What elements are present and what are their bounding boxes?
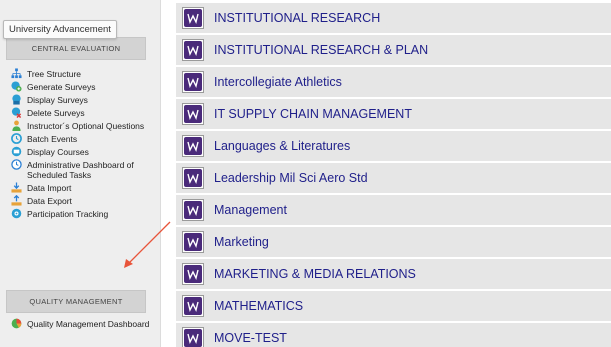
department-name: MOVE-TEST (214, 331, 287, 345)
menu-item-label: Administrative Dashboard of Scheduled Ta… (27, 160, 134, 180)
department-row[interactable]: INSTITUTIONAL RESEARCH & PLAN (176, 35, 611, 65)
menu-item-data-import[interactable]: Data Import (8, 182, 153, 193)
department-name: Intercollegiate Athletics (214, 75, 342, 89)
clock-icon (11, 159, 22, 170)
menu-item-display-courses[interactable]: Display Courses (8, 146, 153, 157)
display-courses-icon (11, 146, 22, 157)
department-logo-icon (182, 39, 204, 61)
department-logo-icon (182, 135, 204, 157)
section-header-label: QUALITY MANAGEMENT (29, 297, 123, 306)
department-name: INSTITUTIONAL RESEARCH & PLAN (214, 43, 429, 57)
department-name: INSTITUTIONAL RESEARCH (214, 11, 381, 25)
menu-item-label: Data Import (27, 183, 72, 193)
pie-chart-icon (11, 318, 22, 329)
sidebar: University Advancement CENTRAL EVALUATIO… (0, 0, 161, 347)
department-logo-icon (182, 167, 204, 189)
menu-item-label: Generate Surveys (27, 82, 96, 92)
section-header-label: CENTRAL EVALUATION (31, 44, 121, 53)
menu-item-label: Batch Events (27, 134, 78, 144)
menu-item-label: Participation Tracking (27, 209, 109, 219)
generate-surveys-icon (11, 81, 22, 92)
department-row[interactable]: Leadership Mil Sci Aero Std (176, 163, 611, 193)
department-row[interactable]: Languages & Literatures (176, 131, 611, 161)
department-logo-icon (182, 103, 204, 125)
department-row[interactable]: Management (176, 195, 611, 225)
department-name: Leadership Mil Sci Aero Std (214, 171, 368, 185)
department-row[interactable]: Marketing (176, 227, 611, 257)
department-name: Marketing (214, 235, 269, 249)
department-name: MATHEMATICS (214, 299, 304, 313)
menu-item-generate-surveys[interactable]: Generate Surveys (8, 81, 153, 92)
department-name: Languages & Literatures (214, 139, 351, 153)
menu-item-data-export[interactable]: Data Export (8, 195, 153, 206)
menu-item-label: Instructor´s Optional Questions (27, 121, 145, 131)
menu-item-display-surveys[interactable]: Display Surveys (8, 94, 153, 105)
department-name: MARKETING & MEDIA RELATIONS (214, 267, 416, 281)
department-name: IT SUPPLY CHAIN MANAGEMENT (214, 107, 412, 121)
menu-item-quality-management-dashboard[interactable]: Quality Management Dashboard (8, 318, 153, 329)
section-header-quality-management: QUALITY MANAGEMENT (6, 290, 146, 313)
department-logo-icon (182, 231, 204, 253)
person-icon (11, 120, 22, 131)
department-logo-icon (182, 295, 204, 317)
department-row[interactable]: MATHEMATICS (176, 291, 611, 321)
menu-item-label: Display Surveys (27, 95, 88, 105)
data-export-icon (11, 195, 22, 206)
department-logo-icon (182, 71, 204, 93)
menu-item-tree-structure[interactable]: Tree Structure (8, 68, 153, 79)
department-row[interactable]: IT SUPPLY CHAIN MANAGEMENT (176, 99, 611, 129)
delete-surveys-icon (11, 107, 22, 118)
department-list: INSTITUTIONAL RESEARCH INSTITUTIONAL RES… (176, 0, 611, 347)
menu-item-label: Quality Management Dashboard (27, 319, 150, 329)
quality-management-menu: Quality Management Dashboard (8, 318, 153, 331)
department-name: Management (214, 203, 287, 217)
tooltip: University Advancement (3, 20, 117, 39)
department-logo-icon (182, 7, 204, 29)
display-surveys-icon (11, 94, 22, 105)
department-row[interactable]: MOVE-TEST (176, 323, 611, 347)
department-logo-icon (182, 199, 204, 221)
menu-item-participation-tracking[interactable]: Participation Tracking (8, 208, 153, 219)
department-row[interactable]: Intercollegiate Athletics (176, 67, 611, 97)
menu-item-label: Display Courses (27, 147, 89, 157)
menu-item-label: Data Export (27, 196, 72, 206)
department-row[interactable]: INSTITUTIONAL RESEARCH (176, 3, 611, 33)
menu-item-label: Delete Surveys (27, 108, 85, 118)
menu-item-administrative-dashboard[interactable]: Administrative Dashboard of Scheduled Ta… (8, 159, 153, 180)
participation-tracking-icon (11, 208, 22, 219)
central-evaluation-menu: Tree Structure Generate Surveys Display … (8, 68, 153, 221)
section-header-central-evaluation: CENTRAL EVALUATION (6, 37, 146, 60)
tree-structure-icon (11, 68, 22, 79)
department-logo-icon (182, 327, 204, 347)
menu-item-delete-surveys[interactable]: Delete Surveys (8, 107, 153, 118)
menu-item-label: Tree Structure (27, 69, 82, 79)
department-row[interactable]: MARKETING & MEDIA RELATIONS (176, 259, 611, 289)
menu-item-batch-events[interactable]: Batch Events (8, 133, 153, 144)
menu-item-instructor-optional-questions[interactable]: Instructor´s Optional Questions (8, 120, 153, 131)
department-logo-icon (182, 263, 204, 285)
data-import-icon (11, 182, 22, 193)
batch-events-icon (11, 133, 22, 144)
